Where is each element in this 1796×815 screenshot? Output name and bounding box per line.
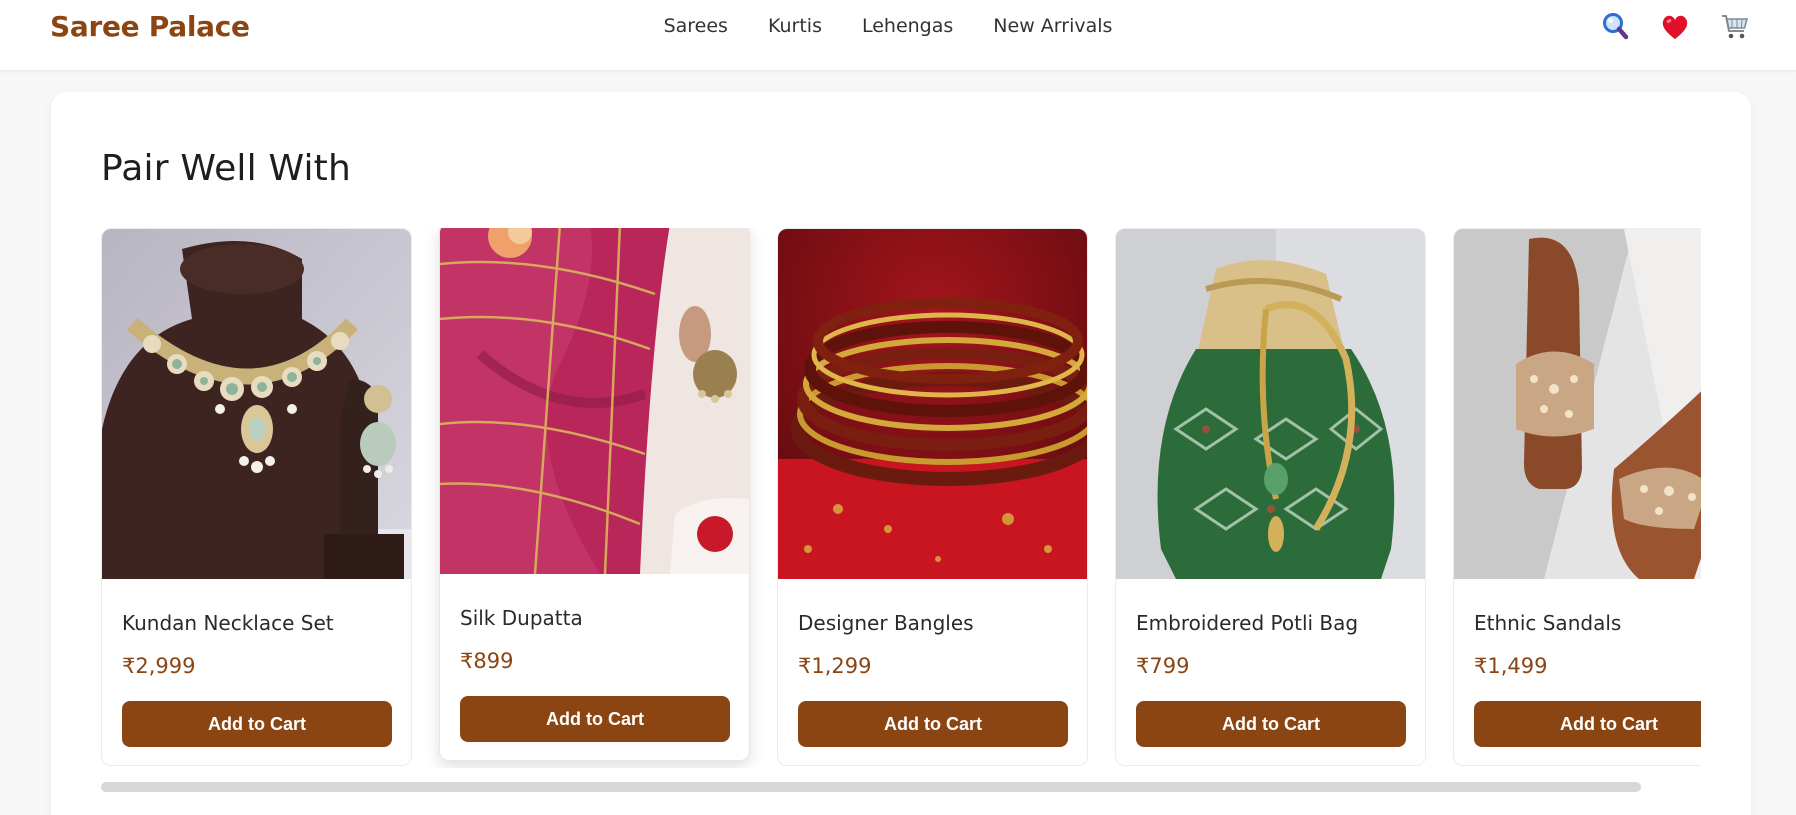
cart-icon[interactable]: [1720, 12, 1750, 42]
product-name[interactable]: Silk Dupatta: [460, 606, 583, 630]
nav-link-new-arrivals[interactable]: New Arrivals: [993, 15, 1112, 37]
product-card[interactable]: Kundan Necklace Set ₹2,999 Add to Cart: [101, 228, 412, 766]
header-actions: [1600, 12, 1750, 42]
product-card[interactable]: Ethnic Sandals ₹1,499 Add to Cart: [1453, 228, 1701, 766]
potli-bag-image[interactable]: [1116, 229, 1426, 579]
product-card[interactable]: Embroidered Potli Bag ₹799 Add to Cart: [1115, 228, 1426, 766]
main-nav: Sarees Kurtis Lehengas New Arrivals: [0, 15, 1796, 37]
add-to-cart-button[interactable]: Add to Cart: [798, 701, 1068, 747]
pair-well-section: Pair Well With Kundan Necklace Set ₹2,99…: [51, 92, 1751, 815]
product-card[interactable]: Designer Bangles ₹1,299 Add to Cart: [777, 228, 1088, 766]
nav-link-kurtis[interactable]: Kurtis: [768, 15, 822, 37]
add-to-cart-button[interactable]: Add to Cart: [1136, 701, 1406, 747]
heart-icon[interactable]: [1660, 12, 1690, 42]
nav-link-sarees[interactable]: Sarees: [664, 15, 728, 37]
product-name[interactable]: Embroidered Potli Bag: [1136, 611, 1358, 635]
dupatta-image[interactable]: [440, 228, 750, 574]
add-to-cart-button[interactable]: Add to Cart: [460, 696, 730, 742]
carousel-scrollbar[interactable]: [101, 782, 1641, 792]
sandals-image[interactable]: [1454, 229, 1701, 579]
product-card[interactable]: Silk Dupatta ₹899 Add to Cart: [439, 228, 750, 761]
section-title: Pair Well With: [101, 148, 352, 189]
search-icon[interactable]: [1600, 12, 1630, 42]
bangles-image[interactable]: [778, 229, 1088, 579]
product-price: ₹899: [460, 649, 514, 673]
product-name[interactable]: Designer Bangles: [798, 611, 974, 635]
nav-link-lehengas[interactable]: Lehengas: [862, 15, 953, 37]
product-price: ₹1,299: [798, 654, 872, 678]
product-price: ₹1,499: [1474, 654, 1548, 678]
add-to-cart-button[interactable]: Add to Cart: [122, 701, 392, 747]
add-to-cart-button[interactable]: Add to Cart: [1474, 701, 1701, 747]
necklace-image[interactable]: [102, 229, 412, 579]
site-header: Saree Palace Sarees Kurtis Lehengas New …: [0, 0, 1796, 71]
product-name[interactable]: Kundan Necklace Set: [122, 611, 334, 635]
product-price: ₹799: [1136, 654, 1190, 678]
product-name[interactable]: Ethnic Sandals: [1474, 611, 1621, 635]
product-carousel[interactable]: Kundan Necklace Set ₹2,999 Add to Cart S…: [101, 228, 1701, 768]
product-price: ₹2,999: [122, 654, 196, 678]
site-logo[interactable]: Saree Palace: [50, 10, 250, 43]
